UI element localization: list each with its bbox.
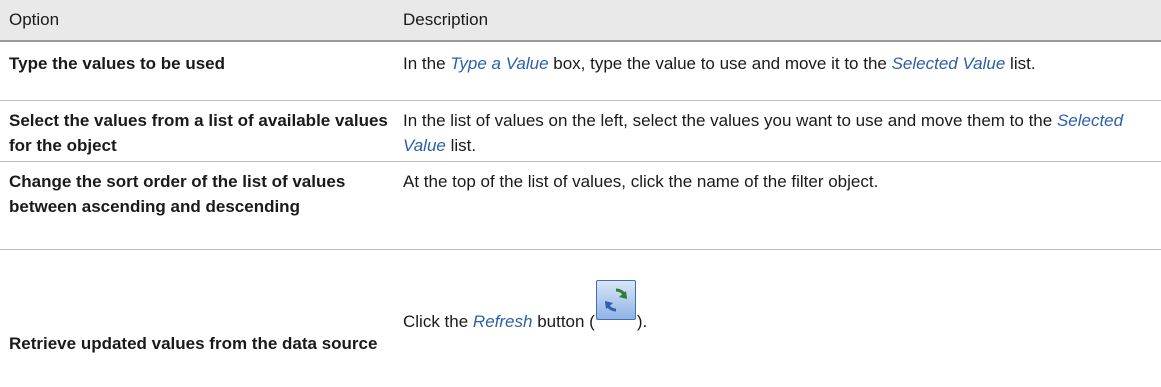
description-text: list. [445, 136, 477, 155]
option-cell: Type the values to be used [9, 54, 226, 73]
refresh-icon [595, 280, 636, 320]
description-cell: At the top of the list of values, click … [403, 172, 879, 191]
description-text: In the [403, 54, 451, 73]
term-refresh: Refresh [472, 312, 533, 331]
options-table: Option Description Type the values to be… [0, 0, 1161, 387]
option-cell: Select the values from a list of availab… [9, 111, 388, 155]
term-type-a-value: Type a Value [450, 54, 549, 73]
description-text: box, type the value to use and move it t… [548, 54, 892, 73]
option-column-header: Option [9, 10, 60, 29]
description-cell: Click the Refresh button ( ). [403, 250, 1161, 387]
table-header: Option Description [0, 0, 1161, 42]
description-column-header: Description [403, 10, 489, 29]
description-text: ). [636, 312, 648, 331]
description-text: list. [1005, 54, 1036, 73]
table-row: Retrieve updated values from the data so… [0, 250, 1161, 387]
description-text: button ( [537, 312, 595, 331]
option-cell: Retrieve updated values from the data so… [9, 334, 378, 353]
description-cell: In the list of values on the left, selec… [403, 108, 1161, 161]
description-line: Click the Refresh button ( ). [403, 280, 648, 334]
table-row: Type the values to be used In the Type a… [0, 42, 1161, 101]
table-row: Select the values from a list of availab… [0, 101, 1161, 162]
description-text: In the list of values on the left, selec… [403, 111, 1057, 130]
description-cell: In the Type a Value box, type the value … [403, 51, 1161, 100]
term-selected-value: Selected Value [891, 54, 1006, 73]
option-cell: Change the sort order of the list of val… [9, 172, 346, 216]
table-row: Change the sort order of the list of val… [0, 162, 1161, 250]
description-text: Click the [403, 312, 469, 331]
